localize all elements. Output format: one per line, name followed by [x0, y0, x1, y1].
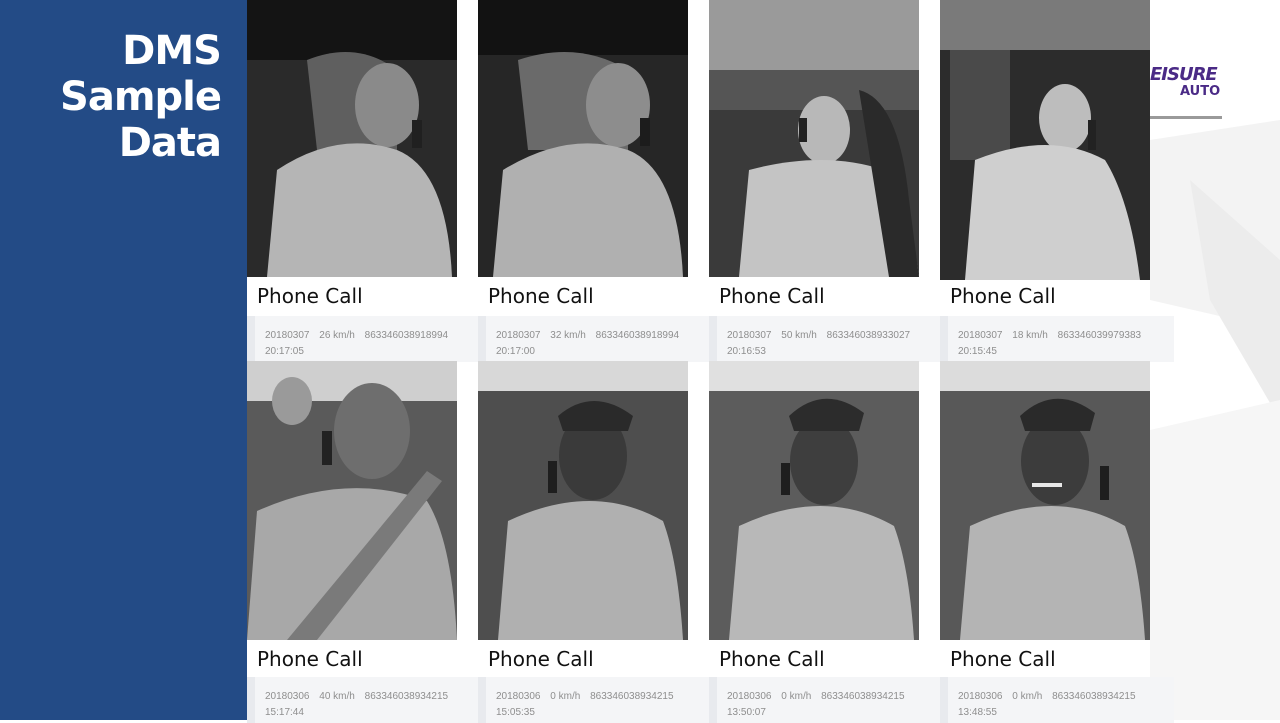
driver-photo — [940, 0, 1150, 280]
title-line-3: Data — [118, 120, 222, 166]
event-label: Phone Call — [950, 284, 1056, 308]
event-speed: 18 km/h — [1012, 330, 1048, 341]
event-date: 20180307 — [727, 330, 772, 341]
event-date: 20180306 — [265, 691, 310, 702]
driver-photo — [247, 361, 457, 640]
logo-underline — [1150, 116, 1222, 119]
device-id: 863346038918994 — [364, 330, 449, 341]
event-meta: 20180306 0 km/h 863346038934215 13:48:55 — [940, 677, 1174, 723]
event-time: 20:17:05 — [265, 346, 304, 357]
meta-line-1: 20180306 0 km/h 863346038934215 — [727, 691, 912, 702]
event-label: Phone Call — [719, 647, 825, 671]
driver-photo — [709, 361, 919, 640]
event-label: Phone Call — [488, 647, 594, 671]
event-time: 13:48:55 — [958, 707, 997, 718]
event-meta: 20180307 18 km/h 863346039979383 20:15:4… — [940, 316, 1174, 362]
event-time: 20:17:00 — [496, 346, 535, 357]
meta-line-1: 20180306 0 km/h 863346038934215 — [496, 691, 681, 702]
driver-photo — [478, 0, 688, 277]
event-label: Phone Call — [257, 284, 363, 308]
event-speed: 32 km/h — [550, 330, 586, 341]
logo-subtext: AUTO — [1180, 84, 1221, 99]
sample-card[interactable]: Phone Call 20180306 0 km/h 8633460389342… — [709, 361, 943, 723]
title-sidebar: DMS Sample Data — [0, 0, 247, 720]
driver-photo — [709, 0, 919, 277]
slide-title: DMS Sample Data — [60, 28, 222, 166]
event-meta: 20180307 26 km/h 863346038918994 20:17:0… — [247, 316, 481, 362]
brand-logo: EISURE AUTO — [1150, 64, 1222, 120]
title-line-1: DMS — [122, 28, 222, 74]
sample-card[interactable]: Phone Call 20180306 40 km/h 863346038934… — [247, 361, 481, 723]
event-speed: 26 km/h — [319, 330, 355, 341]
event-time: 20:16:53 — [727, 346, 766, 357]
event-time: 13:50:07 — [727, 707, 766, 718]
event-date: 20180306 — [496, 691, 541, 702]
driver-photo — [247, 0, 457, 277]
event-time: 15:05:35 — [496, 707, 535, 718]
event-speed: 50 km/h — [781, 330, 817, 341]
meta-line-1: 20180307 50 km/h 863346038933027 — [727, 330, 917, 341]
event-time: 20:15:45 — [958, 346, 997, 357]
sample-card[interactable]: Phone Call 20180306 0 km/h 8633460389342… — [478, 361, 712, 723]
event-meta: 20180307 50 km/h 863346038933027 20:16:5… — [709, 316, 943, 362]
event-date: 20180307 — [265, 330, 310, 341]
sample-card[interactable]: Phone Call 20180306 0 km/h 8633460389342… — [940, 361, 1174, 723]
event-label: Phone Call — [257, 647, 363, 671]
meta-line-1: 20180307 26 km/h 863346038918994 — [265, 330, 455, 341]
logo-text: EISURE — [1150, 64, 1218, 85]
event-speed: 0 km/h — [550, 691, 581, 702]
meta-line-1: 20180306 0 km/h 863346038934215 — [958, 691, 1143, 702]
event-label: Phone Call — [950, 647, 1056, 671]
meta-line-1: 20180307 18 km/h 863346039979383 — [958, 330, 1148, 341]
event-date: 20180307 — [496, 330, 541, 341]
event-meta: 20180306 0 km/h 863346038934215 15:05:35 — [478, 677, 712, 723]
event-label: Phone Call — [488, 284, 594, 308]
sample-card[interactable]: Phone Call 20180307 26 km/h 863346038918… — [247, 0, 481, 362]
device-id: 863346038933027 — [826, 330, 911, 341]
meta-line-1: 20180307 32 km/h 863346038918994 — [496, 330, 686, 341]
driver-photo — [940, 361, 1150, 640]
device-id: 863346038934215 — [821, 691, 905, 702]
event-meta: 20180306 40 km/h 863346038934215 15:17:4… — [247, 677, 481, 723]
device-id: 863346038934215 — [590, 691, 674, 702]
event-meta: 20180307 32 km/h 863346038918994 20:17:0… — [478, 316, 712, 362]
event-speed: 40 km/h — [319, 691, 355, 702]
sample-card[interactable]: Phone Call 20180307 50 km/h 863346038933… — [709, 0, 943, 362]
meta-line-1: 20180306 40 km/h 863346038934215 — [265, 691, 455, 702]
title-line-2: Sample — [60, 74, 222, 120]
event-speed: 0 km/h — [781, 691, 812, 702]
event-date: 20180306 — [958, 691, 1003, 702]
driver-photo — [478, 361, 688, 640]
event-label: Phone Call — [719, 284, 825, 308]
event-time: 15:17:44 — [265, 707, 304, 718]
device-id: 863346038918994 — [595, 330, 680, 341]
event-date: 20180307 — [958, 330, 1003, 341]
sample-grid: Phone Call 20180307 26 km/h 863346038918… — [247, 0, 1174, 723]
sample-card[interactable]: Phone Call 20180307 32 km/h 863346038918… — [478, 0, 712, 362]
sample-card[interactable]: Phone Call 20180307 18 km/h 863346039979… — [940, 0, 1174, 362]
event-speed: 0 km/h — [1012, 691, 1043, 702]
device-id: 863346039979383 — [1057, 330, 1142, 341]
event-meta: 20180306 0 km/h 863346038934215 13:50:07 — [709, 677, 943, 723]
device-id: 863346038934215 — [364, 691, 449, 702]
device-id: 863346038934215 — [1052, 691, 1136, 702]
event-date: 20180306 — [727, 691, 772, 702]
